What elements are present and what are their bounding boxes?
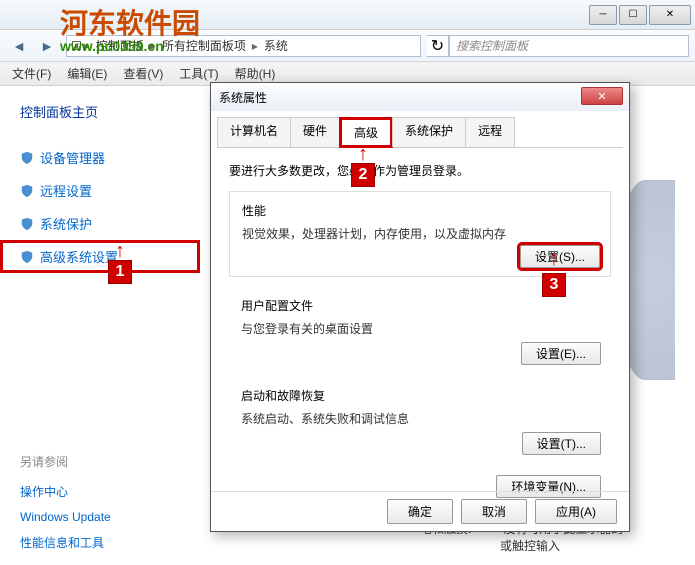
dialog-title-bar: 系统属性 ✕ <box>211 83 629 111</box>
sidebar-item-advanced-settings[interactable]: 高级系统设置 <box>0 240 200 273</box>
cancel-button[interactable]: 取消 <box>461 499 527 524</box>
ok-button[interactable]: 确定 <box>387 499 453 524</box>
tab-protection[interactable]: 系统保护 <box>392 117 466 147</box>
annotation-1: 1 <box>108 260 132 284</box>
menu-edit[interactable]: 编辑(E) <box>59 61 115 86</box>
refresh-button[interactable]: ↻ <box>427 35 449 57</box>
system-properties-dialog: 系统属性 ✕ 计算机名 硬件 高级 系统保护 远程 要进行大多数更改，您必须作为… <box>210 82 630 532</box>
profile-group: 用户配置文件 与您登录有关的桌面设置 设置(E)... <box>229 295 611 373</box>
annotation-arrow-2: ↑ <box>358 143 368 166</box>
annotation-2: 2 <box>351 163 375 187</box>
nav-bar: ◄ ► ☑ ▸ 控制面板 ▸ 所有控制面板项 ▸ 系统 ↻ 搜索控制面板 <box>0 30 695 62</box>
annotation-arrow-3: ↑ <box>549 248 559 271</box>
sidebar-item-protection[interactable]: 系统保护 <box>0 207 200 240</box>
tab-computer-name[interactable]: 计算机名 <box>217 117 291 147</box>
maximize-button[interactable]: ☐ <box>619 5 647 25</box>
sidebar-title[interactable]: 控制面板主页 <box>0 96 200 127</box>
recovery-settings-button[interactable]: 设置(T)... <box>522 432 601 455</box>
shield-icon <box>20 151 34 165</box>
window-title-bar: ─ ☐ ✕ <box>0 0 695 30</box>
close-button[interactable]: ✕ <box>649 5 691 25</box>
dialog-footer: 确定 取消 应用(A) <box>211 491 629 531</box>
shield-icon <box>20 217 34 231</box>
annotation-arrow-1: ↑ <box>115 240 125 263</box>
intro-text: 要进行大多数更改，您必须作为管理员登录。 <box>229 162 611 179</box>
tabs: 计算机名 硬件 高级 系统保护 远程 <box>217 117 623 148</box>
shield-icon <box>20 184 34 198</box>
sidebar-section-title: 另请参阅 <box>20 453 180 470</box>
sidebar: 控制面板主页 设备管理器 远程设置 系统保护 高级系统设置 另请参阅 操作中心 … <box>0 86 200 565</box>
forward-button[interactable]: ► <box>34 34 60 58</box>
shield-icon <box>20 250 34 264</box>
minimize-button[interactable]: ─ <box>589 5 617 25</box>
sidebar-link-windows-update[interactable]: Windows Update <box>20 505 180 529</box>
menu-file[interactable]: 文件(F) <box>4 61 59 86</box>
control-panel-icon: ☑ <box>71 39 82 53</box>
tab-hardware[interactable]: 硬件 <box>290 117 340 147</box>
tab-remote[interactable]: 远程 <box>465 117 515 147</box>
apply-button[interactable]: 应用(A) <box>535 499 617 524</box>
sidebar-link-performance[interactable]: 性能信息和工具 <box>20 529 180 556</box>
dialog-close-button[interactable]: ✕ <box>581 87 623 105</box>
sidebar-link-action-center[interactable]: 操作中心 <box>20 478 180 505</box>
back-button[interactable]: ◄ <box>6 34 32 58</box>
menu-view[interactable]: 查看(V) <box>115 61 171 86</box>
annotation-3: 3 <box>542 273 566 297</box>
search-input[interactable]: 搜索控制面板 <box>449 35 689 57</box>
profile-settings-button[interactable]: 设置(E)... <box>521 342 601 365</box>
sidebar-item-remote[interactable]: 远程设置 <box>0 174 200 207</box>
tab-content: 要进行大多数更改，您必须作为管理员登录。 性能 视觉效果，处理器计划，内存使用，… <box>211 148 629 512</box>
sidebar-item-device-manager[interactable]: 设备管理器 <box>0 141 200 174</box>
performance-settings-button[interactable]: 设置(S)... <box>520 245 600 268</box>
recovery-group: 启动和故障恢复 系统启动、系统失败和调试信息 设置(T)... <box>229 385 611 463</box>
breadcrumb[interactable]: ☑ ▸ 控制面板 ▸ 所有控制面板项 ▸ 系统 <box>66 35 421 57</box>
